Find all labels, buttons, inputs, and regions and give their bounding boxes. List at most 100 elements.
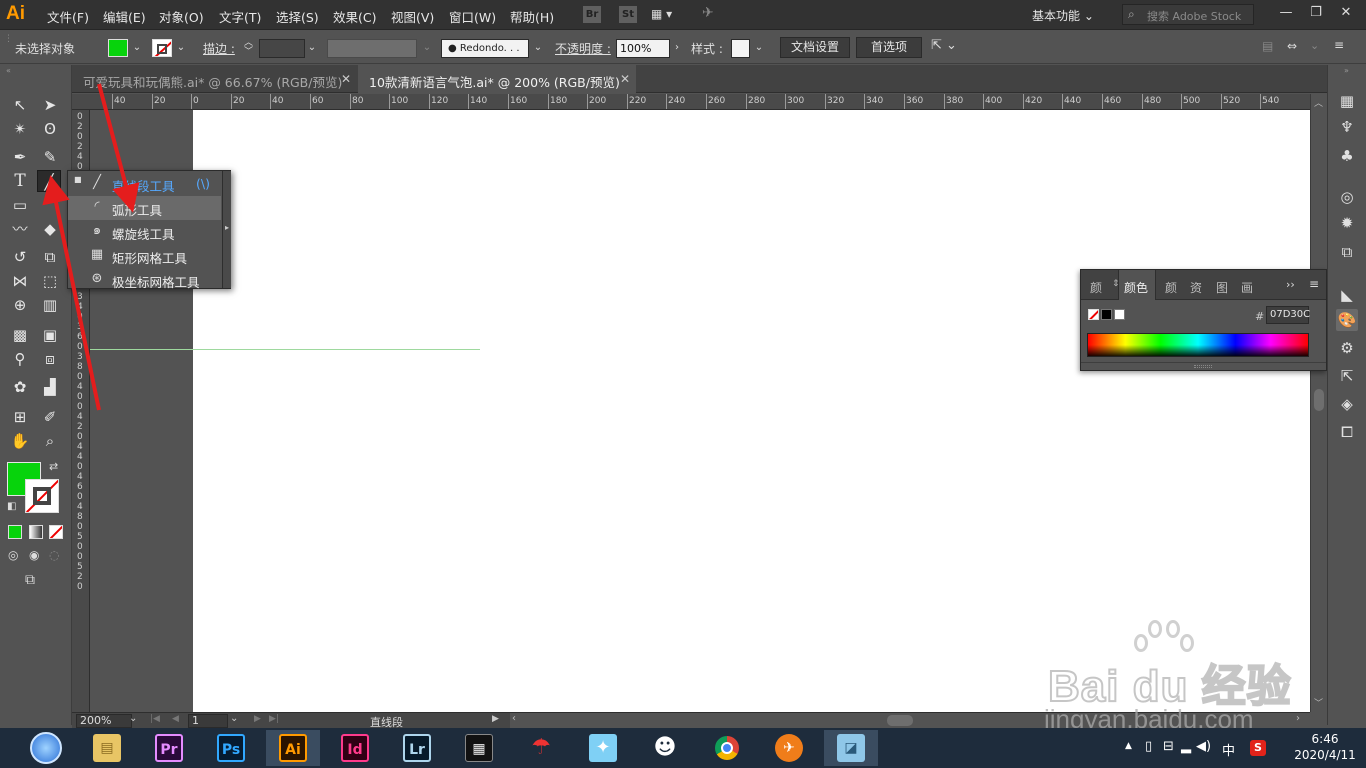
free-transform-tool-icon[interactable]: ⬚ [38,270,62,292]
symbol-sprayer-tool-icon[interactable]: ✿ [8,376,32,398]
rotate-tool-icon[interactable]: ↺ [8,246,32,268]
tab-document-1[interactable]: 可爱玩具和玩偶熊.ai* @ 66.67% (RGB/预览) [72,65,357,93]
tab-graphic-styles[interactable]: 图 [1216,279,1228,296]
volume-icon[interactable]: ◀) [1196,739,1211,754]
menu-effect[interactable]: 效果(C) [333,7,376,26]
stroke-none-swatch[interactable] [152,39,172,57]
taskbar-bird-app[interactable]: ✦ [576,730,630,766]
flyout-item-polar-grid[interactable]: ⊛ 极坐标网格工具 [68,268,223,292]
taskbar-lightroom[interactable]: Lr [390,730,444,766]
menu-help[interactable]: 帮助(H) [510,7,554,26]
arrange-documents-icon[interactable]: ▦ ▾ [651,7,685,23]
width-tool-icon[interactable]: ⋈ [8,270,32,292]
hex-input[interactable]: 07D30C [1266,306,1310,324]
scroll-thumb[interactable] [1314,389,1324,411]
chevron-down-icon[interactable]: ⌄ [130,39,144,57]
draw-inside-icon[interactable]: ◌ [49,548,59,562]
menu-type[interactable]: 文字(T) [219,7,261,26]
preferences-button[interactable]: 首选项 [856,37,922,58]
expand-panel-icon[interactable]: ›› [1286,278,1295,291]
appearance-icon[interactable]: ✹ [1336,212,1358,234]
quick-actions-icon[interactable]: ⇱ ⌄ [931,38,965,56]
magic-wand-tool-icon[interactable]: ✴ [8,118,32,140]
graphic-style-swatch[interactable] [731,39,750,58]
status-menu-icon[interactable]: ▶ [492,714,499,724]
maximize-button[interactable]: ❐ [1301,1,1331,27]
menu-edit[interactable]: 编辑(E) [103,7,146,26]
bridge-icon[interactable]: Br [583,6,601,23]
stroke-stepper[interactable]: ︿ ﹀ [244,39,258,57]
tab-color-guide[interactable]: 颜 [1090,279,1102,296]
artboard-number-input[interactable]: 1 [188,714,228,728]
menu-select[interactable]: 选择(S) [276,7,319,26]
chevron-up-icon[interactable]: ▲ [1125,741,1132,751]
opacity-label[interactable]: 不透明度 : [555,40,611,57]
eraser-tool-icon[interactable]: ◆ [38,218,62,240]
document-setup-button[interactable]: 文档设置 [780,37,850,58]
eyedropper-tool-icon[interactable]: ⚲ [8,348,32,370]
column-graph-tool-icon[interactable]: ▟ [38,376,62,398]
close-button[interactable]: ✕ [1331,1,1361,27]
panel-resize-handle[interactable] [1081,362,1326,370]
close-icon[interactable]: ✕ [341,72,351,86]
first-artboard-icon[interactable]: |◀ [150,714,160,724]
flyout-item-spiral[interactable]: ๑ 螺旋线工具 [68,220,223,244]
opacity-input[interactable]: 100% [616,39,670,58]
lasso-tool-icon[interactable]: ʘ [38,118,62,140]
screen-mode-icon[interactable]: ⧉ [25,572,35,588]
taskbar-umbrella-app[interactable]: ☂ [514,730,568,766]
menu-window[interactable]: 窗口(W) [449,7,496,26]
perspective-grid-tool-icon[interactable]: ▥ [38,294,62,316]
stock-icon[interactable]: St [619,6,637,23]
taskbar-orange-app[interactable]: ✈ [762,730,816,766]
taskbar-illustrator[interactable]: Ai [266,730,320,766]
previous-artboard-icon[interactable]: ◀ [172,714,179,724]
line-segment-tool-icon[interactable]: ╱ [37,170,61,192]
chevron-down-icon[interactable]: ⌄ [129,713,137,724]
scroll-thumb[interactable] [887,715,913,726]
taskbar-explorer[interactable]: ▤ [80,730,134,766]
ime-indicator[interactable]: 中 [1222,740,1235,759]
artboards-icon[interactable]: ⧠ [1336,421,1358,443]
direct-selection-tool-icon[interactable]: ➤ [38,94,62,116]
flyout-item-line-segment[interactable]: ■ ╱ 直线段工具 (\) [68,172,223,196]
libraries-icon[interactable]: ▦ [1336,90,1358,112]
taskbar-indesign[interactable]: Id [328,730,382,766]
network-icon[interactable]: ⊟ [1163,739,1174,754]
collapse-panel-icon[interactable]: « [6,66,11,75]
signal-icon[interactable]: ▂ [1181,739,1191,754]
minimize-button[interactable]: — [1271,1,1301,27]
image-trace-icon[interactable]: ⧉ [1336,241,1358,263]
taskbar-premiere[interactable]: Pr [142,730,196,766]
type-tool-icon[interactable]: T [8,170,32,192]
artboard-tool-icon[interactable]: ⊞ [8,406,32,428]
curvature-tool-icon[interactable]: ✎ [38,146,62,168]
none-mode-icon[interactable] [49,525,63,539]
menu-file[interactable]: 文件(F) [47,7,89,26]
transform-icon[interactable]: ⇔ [1287,39,1307,55]
symbols-icon[interactable]: ♣ [1336,145,1358,167]
taskbar-qq[interactable]: ☻ [638,730,692,766]
paintbrush-tool-icon[interactable]: 〰 [8,218,32,240]
chevron-right-icon[interactable]: › [670,39,684,57]
draw-behind-icon[interactable]: ◉ [29,548,39,562]
taskbar-video-player[interactable]: ▦ [452,730,506,766]
chevron-up-icon[interactable]: ︿ [1314,96,1323,109]
zoom-level-input[interactable]: 200% [76,714,132,728]
next-artboard-icon[interactable]: ▶ [254,714,261,724]
sogou-ime-icon[interactable]: S [1250,740,1266,756]
chevron-down-icon[interactable]: ⌄ [531,39,545,57]
pen-tool-icon[interactable]: ✒ [8,146,32,168]
tab-swatches[interactable]: 颜 [1165,279,1177,296]
taskbar-photoshop[interactable]: Ps [204,730,258,766]
rectangle-tool-icon[interactable]: ▭ [8,194,32,216]
color-spectrum[interactable] [1087,333,1309,357]
stroke-label[interactable]: 描边 : [203,40,235,57]
guide-line[interactable] [90,349,480,350]
chevron-down-icon[interactable]: ⌄ [420,39,434,57]
shape-builder-tool-icon[interactable]: ⊕ [8,294,32,316]
selection-tool-icon[interactable]: ↖ [8,94,32,116]
gradient-tool-icon[interactable]: ▣ [38,324,62,346]
creative-cloud-icon[interactable]: ◎ [1336,186,1358,208]
close-icon[interactable]: ✕ [620,72,630,86]
